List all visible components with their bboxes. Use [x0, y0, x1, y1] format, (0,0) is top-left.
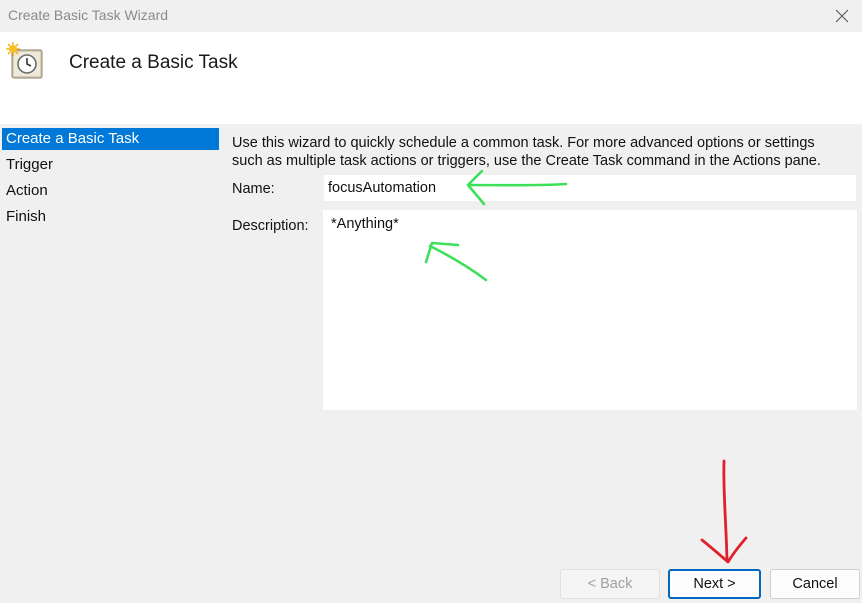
sidebar-item-action[interactable]: Action [2, 180, 219, 202]
window-title: Create Basic Task Wizard [8, 7, 169, 23]
name-label: Name: [232, 181, 275, 197]
close-button[interactable] [828, 2, 856, 30]
wizard-content: Use this wizard to quickly schedule a co… [222, 124, 862, 603]
next-button[interactable]: Next > [668, 569, 761, 599]
sidebar-item-trigger[interactable]: Trigger [2, 154, 219, 176]
cancel-button[interactable]: Cancel [770, 569, 860, 599]
intro-text: Use this wizard to quickly schedule a co… [232, 134, 852, 170]
wizard-window: Create Basic Task Wizard Create a Basic … [0, 0, 862, 603]
sidebar-item-finish[interactable]: Finish [2, 206, 219, 228]
back-button[interactable]: < Back [560, 569, 660, 599]
title-bar: Create Basic Task Wizard [0, 0, 862, 32]
task-scheduler-clock-icon [6, 42, 43, 79]
intro-line-1: Use this wizard to quickly schedule a co… [232, 135, 815, 151]
intro-line-2: such as multiple task actions or trigger… [232, 153, 821, 169]
wizard-header: Create a Basic Task [0, 32, 862, 124]
description-field[interactable]: *Anything* [323, 210, 857, 410]
description-label: Description: [232, 218, 309, 234]
sidebar-item-create-basic-task[interactable]: Create a Basic Task [2, 128, 219, 150]
name-field[interactable]: focusAutomation [323, 174, 857, 202]
wizard-steps-sidebar: Create a Basic Task Trigger Action Finis… [0, 124, 222, 603]
close-icon [835, 9, 849, 23]
page-title: Create a Basic Task [69, 52, 238, 73]
